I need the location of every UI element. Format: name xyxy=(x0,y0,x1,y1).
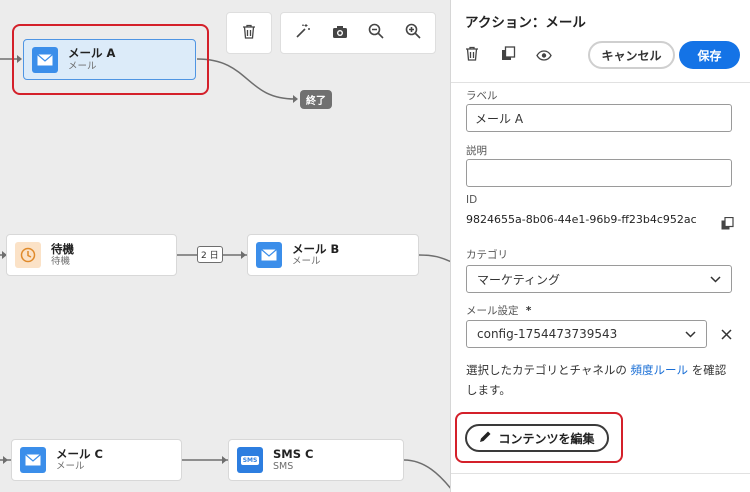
node-subtitle: メール xyxy=(292,256,321,268)
copy-id-button[interactable] xyxy=(718,215,736,233)
edit-content-label: コンテンツを編集 xyxy=(498,431,595,446)
canvas-tools-toolbar xyxy=(280,12,436,54)
chevron-down-icon xyxy=(710,272,721,286)
clock-icon xyxy=(15,242,41,268)
journey-canvas[interactable]: メール A メール 終了 待機 待機 2 日 メール B メール メール C メ… xyxy=(0,0,450,492)
node-mail-b[interactable]: メール B メール xyxy=(247,234,419,276)
footer-divider xyxy=(451,473,750,474)
zoom-out-icon xyxy=(368,23,384,43)
node-title: メール A xyxy=(68,46,116,61)
pencil-icon xyxy=(479,430,492,446)
panel-title: アクション：メール xyxy=(465,15,586,31)
input-port[interactable] xyxy=(17,55,22,63)
node-wait[interactable]: 待機 待機 xyxy=(6,234,177,276)
input-port[interactable] xyxy=(222,456,227,464)
mail-config-caption-text: メール設定 xyxy=(466,305,519,317)
description-caption: 説明 xyxy=(466,145,487,157)
screenshot-button[interactable] xyxy=(323,13,357,53)
node-subtitle: メール xyxy=(68,60,97,72)
node-title: メール C xyxy=(56,446,103,461)
category-select[interactable]: マーケティング xyxy=(466,265,732,293)
description-input[interactable] xyxy=(466,159,732,187)
clear-mail-config-button[interactable] xyxy=(717,325,735,343)
delete-node-button[interactable] xyxy=(232,13,266,53)
node-title: メール B xyxy=(292,241,340,256)
mail-config-caption: メール設定 * xyxy=(466,303,531,318)
trash-icon xyxy=(465,46,479,65)
zoom-in-icon xyxy=(405,23,421,43)
input-port[interactable] xyxy=(3,456,8,464)
edit-content-button[interactable]: コンテンツを編集 xyxy=(465,424,609,452)
node-title: SMS C xyxy=(273,446,314,461)
category-value: マーケティング xyxy=(477,272,561,287)
node-mail-c[interactable]: メール C メール xyxy=(11,439,182,481)
node-sms-c[interactable]: SMS SMS C SMS xyxy=(228,439,404,481)
end-node[interactable]: 終了 xyxy=(300,90,332,109)
copy-icon xyxy=(721,215,734,234)
preview-button[interactable] xyxy=(535,46,553,64)
mail-icon xyxy=(32,46,58,73)
trash-icon xyxy=(242,24,256,43)
mail-icon xyxy=(256,242,282,268)
delete-action-button[interactable] xyxy=(463,46,481,64)
mail-config-select[interactable]: config-1754473739543 xyxy=(466,320,707,348)
help-text-before: 選択したカテゴリとチャネルの xyxy=(466,363,631,377)
delete-toolbar xyxy=(226,12,272,54)
magic-wand-icon xyxy=(295,23,311,43)
node-subtitle: メール xyxy=(56,461,85,473)
frequency-help-text: 選択したカテゴリとチャネルの 頻度ルール を確認します。 xyxy=(466,360,734,400)
node-subtitle: SMS xyxy=(273,461,294,473)
mail-config-value: config-1754473739543 xyxy=(477,327,618,341)
id-value: 9824655a-8b06-44e1-96b9-ff23b4c952ac xyxy=(466,213,697,226)
delay-badge: 2 日 xyxy=(197,246,223,263)
node-title: 待機 xyxy=(51,241,74,256)
header-divider xyxy=(451,82,750,83)
sms-icon-text: SMS xyxy=(240,455,260,465)
duplicate-icon xyxy=(501,45,516,65)
node-mail-a[interactable]: メール A メール xyxy=(23,39,196,80)
input-port[interactable] xyxy=(241,251,246,259)
close-icon xyxy=(720,325,732,344)
id-caption: ID xyxy=(466,194,478,206)
label-caption: ラベル xyxy=(466,90,498,102)
end-input-port[interactable] xyxy=(293,95,298,103)
required-marker: * xyxy=(525,305,532,317)
zoom-out-button[interactable] xyxy=(359,13,393,53)
zoom-in-button[interactable] xyxy=(396,13,430,53)
node-subtitle: 待機 xyxy=(51,256,71,268)
mail-icon xyxy=(20,447,46,473)
cancel-button[interactable]: キャンセル xyxy=(588,41,675,69)
camera-icon xyxy=(332,24,348,43)
save-button[interactable]: 保存 xyxy=(679,41,740,69)
eye-icon xyxy=(536,46,552,65)
chevron-down-icon xyxy=(685,327,696,341)
label-input[interactable]: メール A xyxy=(466,104,732,132)
sms-icon: SMS xyxy=(237,447,263,473)
auto-arrange-button[interactable] xyxy=(286,13,320,53)
frequency-rules-link[interactable]: 頻度ルール xyxy=(631,363,689,377)
category-caption: カテゴリ xyxy=(466,249,508,261)
duplicate-action-button[interactable] xyxy=(499,45,517,65)
